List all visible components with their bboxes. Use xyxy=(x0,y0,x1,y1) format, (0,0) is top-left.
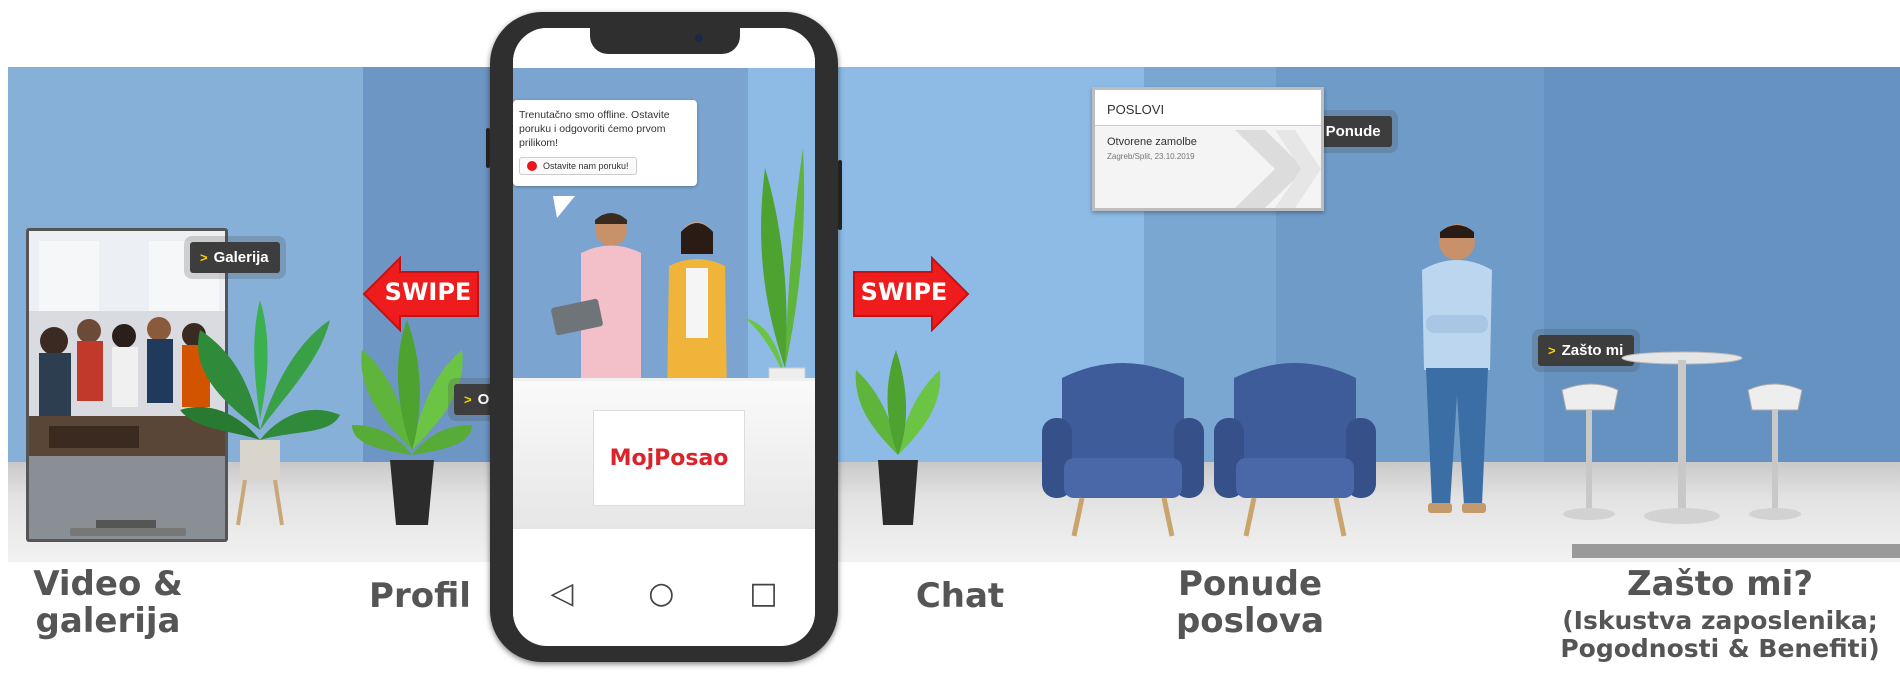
chevron-right-icon: > xyxy=(464,392,472,407)
swipe-left-arrow[interactable]: SWIPE xyxy=(362,256,482,332)
android-nav-bar: ◁ ○ □ xyxy=(513,558,815,628)
counter-brand-sign: MojPosao xyxy=(593,410,745,506)
front-camera-icon xyxy=(695,34,703,42)
ponude-label-line2: poslova xyxy=(1175,601,1325,642)
bar-table-stools-icon xyxy=(1561,351,1803,524)
recruiter-person-icon xyxy=(1422,224,1492,513)
phone-screen: Trenutačno smo offline. Ostavite poruku … xyxy=(513,28,815,646)
chat-label: Chat xyxy=(915,576,1005,616)
galerija-tag-button[interactable]: > Galerija xyxy=(190,242,280,273)
monstera-plant-icon xyxy=(180,300,340,526)
nav-home-icon[interactable]: ○ xyxy=(648,576,674,611)
nav-back-icon[interactable]: ◁ xyxy=(550,576,573,611)
profil-label: Profil xyxy=(369,576,471,616)
leave-message-button[interactable]: Ostavite nam poruku! xyxy=(519,156,637,175)
potted-plant-icon xyxy=(352,320,472,525)
mojposao-logo: MojPosao xyxy=(609,445,729,471)
chevron-decoration-icon xyxy=(1235,130,1321,208)
tall-plant-icon xyxy=(745,148,806,405)
video-galerija-label: Video & galerija xyxy=(28,564,188,642)
leave-message-label: Ostavite nam poruku! xyxy=(543,160,629,171)
armchair-icon xyxy=(1042,363,1204,537)
zasto-mi-label: Zašto mi? (Iskustva zaposlenika; Pogodno… xyxy=(1540,564,1900,663)
zasto-label-sub1: (Iskustva zaposlenika; xyxy=(1562,606,1878,636)
bubble-tail xyxy=(553,196,575,218)
chat-offline-message: Trenutačno smo offline. Ostavite poruku … xyxy=(519,109,670,150)
potted-plant-icon xyxy=(855,350,941,525)
ponude-poslova-label: Ponude poslova xyxy=(1160,564,1340,642)
zasto-label-sub2: Pogodnosti & Benefiti) xyxy=(1560,633,1880,663)
floor-strip xyxy=(1572,544,1900,558)
phone-power-button xyxy=(838,160,842,230)
chevron-right-icon: > xyxy=(200,250,208,265)
chat-offline-bubble: Trenutačno smo offline. Ostavite poruku … xyxy=(513,100,697,186)
jobs-board-header: POSLOVI xyxy=(1095,90,1321,126)
tv-base xyxy=(70,528,186,536)
ponude-label-line1: Ponude xyxy=(1177,564,1323,604)
jobs-board[interactable]: POSLOVI Otvorene zamolbe Zagreb/Split, 2… xyxy=(1092,87,1324,211)
swipe-right-arrow[interactable]: SWIPE xyxy=(850,256,970,332)
swipe-right-label: SWIPE xyxy=(860,278,948,306)
video-label-line1: Video & xyxy=(33,564,183,604)
swipe-left-label: SWIPE xyxy=(384,278,472,306)
galerija-tag-label: Galerija xyxy=(213,249,269,266)
zasto-label-title: Zašto mi? xyxy=(1626,564,1814,604)
video-label-line2: galerija xyxy=(35,601,181,642)
nav-recents-icon[interactable]: □ xyxy=(749,576,777,611)
armchair-icon xyxy=(1214,363,1376,537)
phone-notch xyxy=(590,28,740,54)
phone-volume-button xyxy=(486,128,490,168)
red-dot-icon xyxy=(527,160,537,171)
ponude-tag-label: Ponude xyxy=(1325,123,1381,140)
